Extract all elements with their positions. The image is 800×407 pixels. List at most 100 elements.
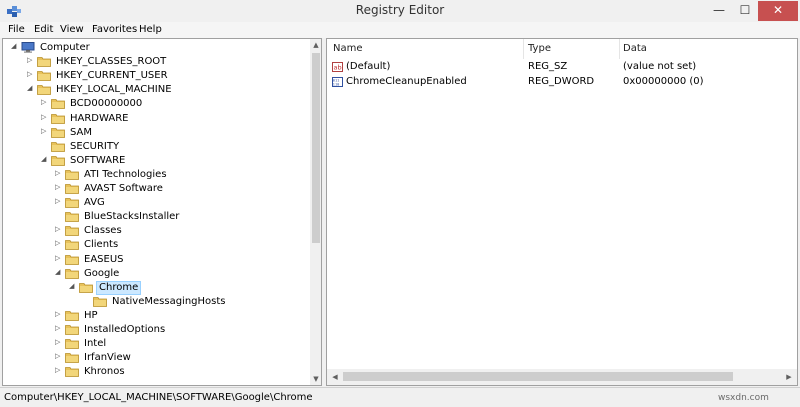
expanded-arrow-icon[interactable]: ◢	[11, 42, 19, 50]
minimize-button[interactable]: —	[706, 1, 732, 21]
tree-item-label: Clients	[84, 239, 119, 251]
tree-item-label: ATI Technologies	[84, 168, 167, 180]
tree-item-label: SECURITY	[70, 140, 120, 152]
tree-item-label: Khronos	[84, 366, 125, 378]
tree-item-label: Computer	[40, 42, 90, 53]
menu-help[interactable]: Help	[139, 24, 162, 35]
collapsed-arrow-icon[interactable]: ▷	[55, 225, 63, 233]
collapsed-arrow-icon[interactable]: ▷	[55, 197, 63, 205]
folder-icon	[51, 127, 65, 138]
menu-view[interactable]: View	[60, 24, 84, 35]
folder-icon	[37, 85, 51, 96]
expanded-arrow-icon[interactable]: ◢	[69, 282, 77, 290]
value-type: REG_SZ	[528, 61, 568, 72]
folder-icon	[65, 254, 79, 265]
value-data: (value not set)	[623, 61, 697, 72]
menu-favorites[interactable]: Favorites	[92, 24, 137, 35]
folder-icon	[65, 169, 79, 180]
collapsed-arrow-icon[interactable]: ▷	[55, 169, 63, 177]
column-header-name[interactable]: Name	[333, 39, 363, 59]
maximize-button[interactable]: ☐	[732, 1, 758, 21]
folder-icon	[65, 339, 79, 349]
folder-icon	[65, 268, 79, 279]
menu-file[interactable]: File	[8, 24, 25, 35]
collapsed-arrow-icon[interactable]: ▷	[55, 366, 63, 374]
collapsed-arrow-icon[interactable]: ▷	[41, 127, 49, 135]
collapsed-arrow-icon[interactable]: ▷	[27, 56, 35, 64]
column-header-data[interactable]: Data	[623, 39, 647, 59]
column-header-type[interactable]: Type	[528, 39, 551, 59]
column-separator[interactable]	[523, 39, 524, 59]
registry-tree-pane[interactable]: ◢ Computer ▷ HKEY_CLASSES_ROOT ▷ HKEY_CURRENT…	[2, 38, 322, 386]
folder-icon	[65, 353, 79, 364]
tree-item-label: SOFTWARE	[70, 154, 126, 166]
collapsed-arrow-icon[interactable]: ▷	[55, 324, 63, 332]
menu-bar: File Edit View Favorites Help	[0, 22, 800, 38]
value-row-chromecleanupenabled[interactable]: 011 110 ChromeCleanupEnabled REG_DWORD 0…	[327, 75, 797, 89]
value-type: REG_DWORD	[528, 76, 595, 87]
value-data: 0x00000000 (0)	[623, 76, 704, 87]
collapsed-arrow-icon[interactable]: ▷	[55, 352, 63, 360]
column-separator[interactable]	[619, 39, 620, 59]
collapsed-arrow-icon[interactable]: ▷	[55, 239, 63, 247]
registry-values-pane[interactable]: Name Type Data ab (Default) REG_SZ (valu…	[326, 38, 798, 386]
tree-item-label: EASEUS	[84, 253, 124, 265]
folder-icon	[51, 99, 65, 110]
computer-icon	[21, 42, 35, 53]
values-scroll-thumb[interactable]	[343, 372, 733, 381]
value-name: ChromeCleanupEnabled	[346, 76, 467, 87]
collapsed-arrow-icon[interactable]: ▷	[41, 113, 49, 121]
folder-icon	[65, 325, 79, 335]
tree-item-label: HKEY_LOCAL_MACHINE	[56, 84, 172, 96]
scroll-down-icon[interactable]: ▼	[310, 373, 321, 385]
tree-item-label: HKEY_CURRENT_USER	[56, 70, 168, 82]
folder-icon	[51, 113, 65, 124]
title-bar: Registry Editor — ☐ ✕	[0, 0, 800, 22]
collapsed-arrow-icon[interactable]: ▷	[55, 254, 63, 262]
folder-icon	[79, 282, 93, 293]
expanded-arrow-icon[interactable]: ◢	[27, 84, 35, 92]
folder-icon	[65, 367, 79, 378]
collapsed-arrow-icon[interactable]: ▷	[55, 338, 63, 346]
value-name: (Default)	[346, 61, 391, 72]
folder-icon	[93, 296, 107, 307]
svg-text:ab: ab	[334, 64, 342, 72]
close-button[interactable]: ✕	[758, 1, 798, 21]
tree-item-label: InstalledOptions	[84, 324, 166, 335]
collapsed-arrow-icon[interactable]: ▷	[41, 98, 49, 106]
folder-icon	[51, 155, 65, 166]
folder-icon	[65, 212, 79, 223]
collapsed-arrow-icon[interactable]: ▷	[27, 70, 35, 78]
tree-vertical-scrollbar[interactable]: ▲ ▼	[310, 39, 321, 385]
folder-icon	[65, 198, 79, 208]
collapsed-arrow-icon[interactable]: ▷	[55, 183, 63, 191]
folder-icon	[65, 184, 79, 194]
tree-item-label: IrfanView	[84, 352, 131, 364]
tree-item-label: NativeMessagingHosts	[112, 295, 226, 307]
folder-icon	[37, 57, 51, 67]
status-bar: Computer\HKEY_LOCAL_MACHINE\SOFTWARE\Goo…	[0, 387, 800, 407]
watermark: wsxdn.com	[718, 393, 769, 403]
folder-icon	[65, 226, 79, 237]
values-horizontal-scrollbar[interactable]: ◀ ▶	[327, 369, 797, 385]
current-key-path: Computer\HKEY_LOCAL_MACHINE\SOFTWARE\Goo…	[4, 392, 313, 403]
tree-item-label: Google	[84, 267, 120, 279]
tree-item-label: Chrome	[96, 280, 142, 295]
svg-text:110: 110	[333, 83, 340, 87]
tree-scroll-thumb[interactable]	[312, 53, 320, 243]
value-row-default[interactable]: ab (Default) REG_SZ (value not set)	[327, 60, 797, 74]
string-value-icon: ab	[332, 62, 343, 72]
scroll-up-icon[interactable]: ▲	[310, 39, 321, 51]
scroll-left-icon[interactable]: ◀	[329, 371, 341, 383]
tree-item-label: AVAST Software	[84, 183, 163, 194]
tree-item-label: HKEY_CLASSES_ROOT	[56, 56, 167, 68]
tree-item-label: HARDWARE	[70, 112, 129, 124]
scroll-right-icon[interactable]: ▶	[783, 371, 795, 383]
folder-icon	[65, 240, 79, 251]
menu-edit[interactable]: Edit	[34, 24, 53, 35]
tree-item-label: AVG	[84, 197, 105, 209]
expanded-arrow-icon[interactable]: ◢	[41, 155, 49, 163]
expanded-arrow-icon[interactable]: ◢	[55, 268, 63, 276]
collapsed-arrow-icon[interactable]: ▷	[55, 310, 63, 318]
folder-icon	[37, 71, 51, 82]
